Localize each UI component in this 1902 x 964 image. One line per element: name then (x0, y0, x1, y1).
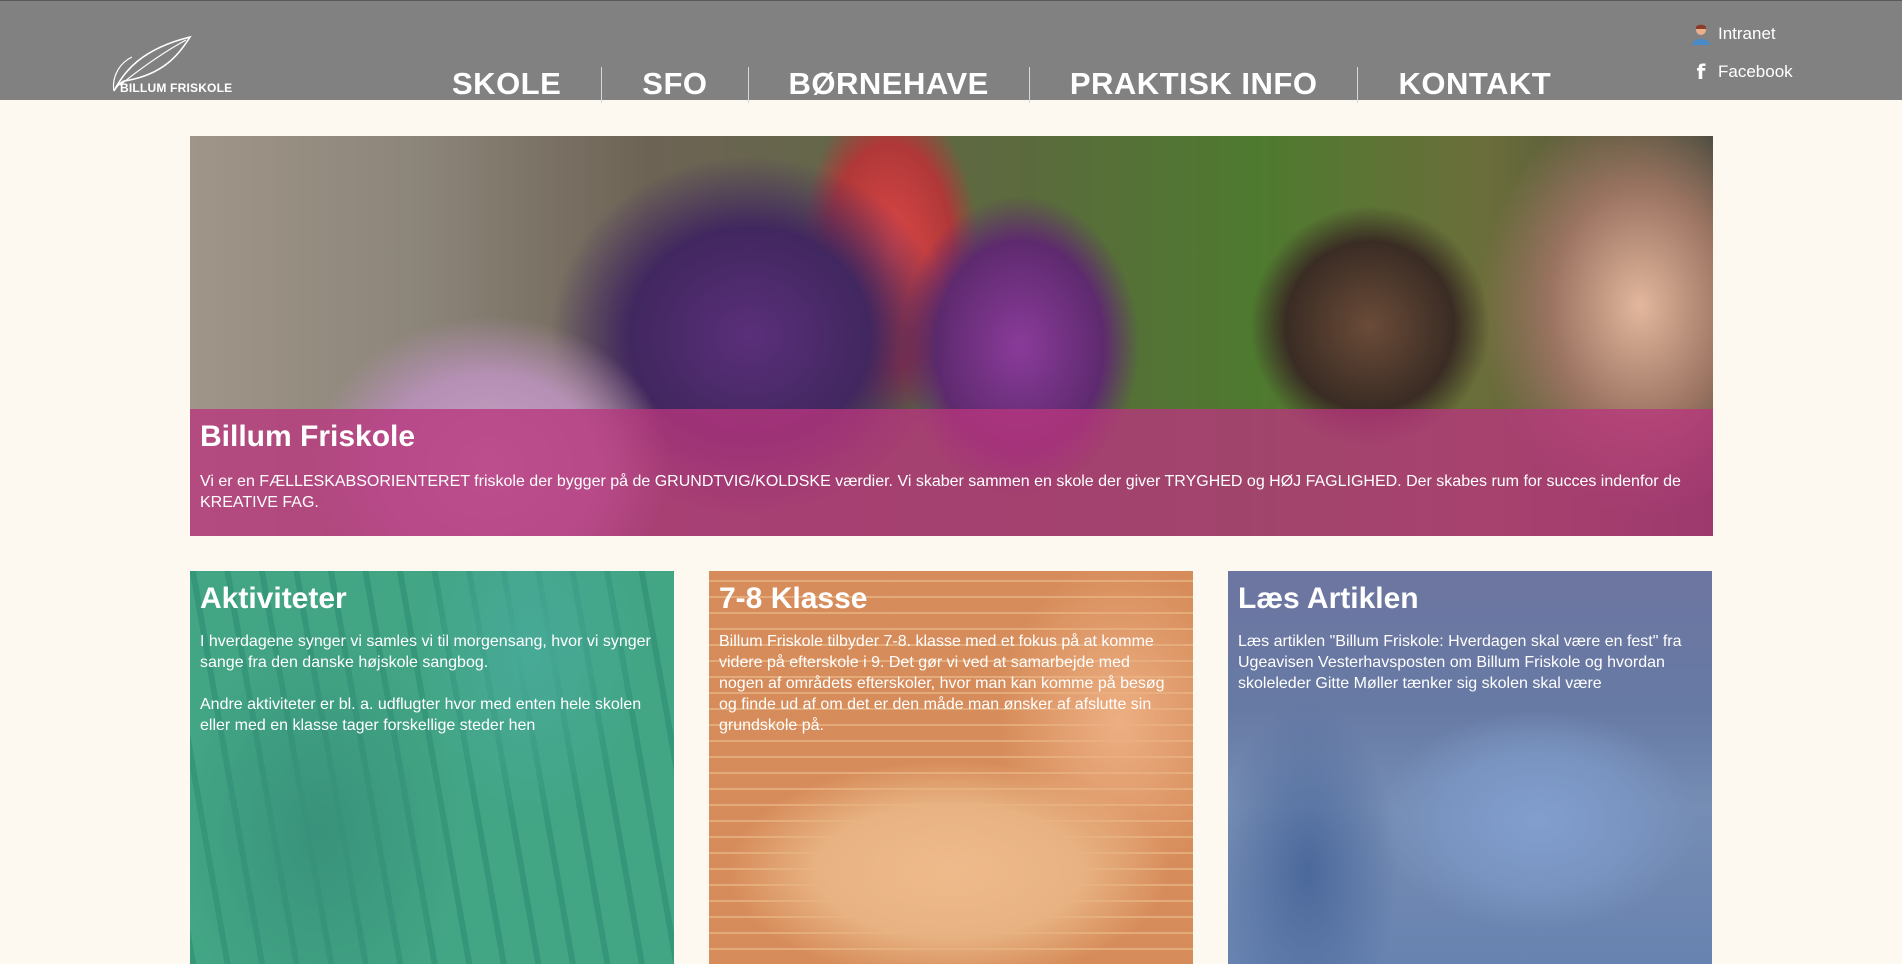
card-paragraph: Billum Friskole tilbyder 7-8. klasse med… (719, 633, 1165, 734)
card-paragraph: Andre aktiviteter er bl. a. udflugter hv… (200, 696, 642, 734)
card-paragraph: Læs artiklen "Billum Friskole: Hverdagen… (1238, 633, 1682, 692)
intranet-link[interactable]: Intranet (1690, 23, 1776, 45)
site-logo[interactable]: BILLUM FRISKOLE (106, 31, 232, 99)
facebook-icon: f (1696, 60, 1706, 84)
person-icon (1690, 23, 1712, 45)
facebook-link[interactable]: f Facebook (1690, 61, 1793, 83)
nav-item-boernehave[interactable]: BØRNEHAVE (749, 65, 1029, 103)
nav-item-praktisk-info[interactable]: PRAKTISK INFO (1030, 65, 1358, 103)
card-laes-artiklen[interactable]: Læs Artiklen Læs artiklen "Billum Frisko… (1228, 571, 1712, 964)
hero-title: Billum Friskole (200, 420, 416, 453)
main-nav: SKOLE SFO BØRNEHAVE PRAKTISK INFO KONTAK… (418, 65, 1591, 103)
facebook-label: Facebook (1718, 62, 1793, 81)
card-7-8-klasse[interactable]: 7-8 Klasse Billum Friskole tilbyder 7-8.… (709, 571, 1193, 964)
card-text: Billum Friskole tilbyder 7-8. klasse med… (719, 631, 1183, 736)
nav-item-skole[interactable]: SKOLE (418, 65, 601, 103)
hero-caption: Billum Friskole Vi er en FÆLLESKABSORIEN… (190, 409, 1713, 536)
intranet-label: Intranet (1718, 24, 1776, 43)
hero-banner[interactable]: Billum Friskole Vi er en FÆLLESKABSORIEN… (190, 136, 1713, 536)
hero-text: Vi er en FÆLLESKABSORIENTERET friskole d… (200, 473, 1681, 511)
nav-item-sfo[interactable]: SFO (602, 65, 747, 103)
card-title: Læs Artiklen (1238, 582, 1419, 615)
logo-text: BILLUM FRISKOLE (120, 81, 233, 95)
card-paragraph: I hverdagene synger vi samles vi til mor… (200, 633, 651, 671)
card-text: I hverdagene synger vi samles vi til mor… (200, 631, 664, 736)
card-title: 7-8 Klasse (719, 582, 868, 615)
site-header: BILLUM FRISKOLE SKOLE SFO BØRNEHAVE PRAK… (0, 0, 1902, 103)
card-aktiviteter[interactable]: Aktiviteter I hverdagene synger vi samle… (190, 571, 674, 964)
nav-item-kontakt[interactable]: KONTAKT (1358, 65, 1591, 103)
card-title: Aktiviteter (200, 582, 347, 615)
card-text: Læs artiklen "Billum Friskole: Hverdagen… (1238, 631, 1702, 694)
